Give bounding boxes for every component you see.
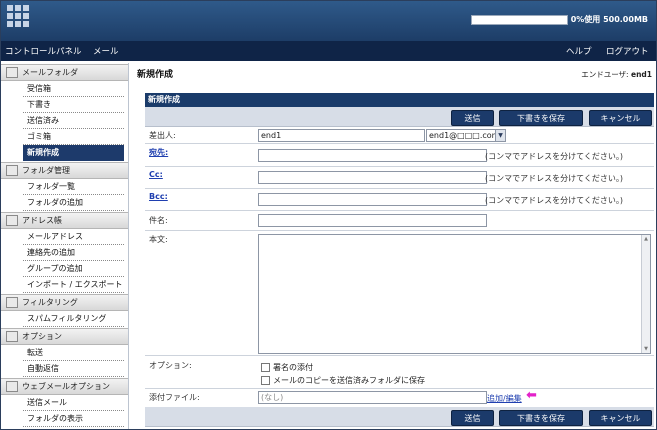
body-scrollbar[interactable]: ▲ ▼ — [641, 235, 650, 353]
top-button-row: 送信 下書きを保存 キャンセル — [145, 107, 654, 127]
options-row: オプション: 署名の添付 メールのコピーを送信済みフォルダに保存 — [145, 356, 654, 389]
app-logo-icon — [7, 5, 29, 27]
quota-usage-text: 0%使用 500.00MB — [570, 15, 648, 24]
signature-checkbox[interactable] — [261, 363, 270, 372]
send-button-bottom[interactable]: 送信 — [451, 410, 494, 426]
bcc-hint: (コンマでアドレスを分けてください。) — [485, 196, 624, 205]
attachment-label: 添付ファイル: — [149, 393, 200, 402]
attachment-input: (なし) — [258, 391, 487, 404]
chevron-down-icon: ▼ — [495, 130, 505, 141]
from-domain-select[interactable]: end1@□□□.com ▼ — [426, 129, 506, 142]
sidebar-section-mail-folders[interactable]: メールフォルダ — [1, 64, 128, 81]
folder-icon — [6, 67, 18, 78]
to-link[interactable]: 宛先: — [149, 147, 168, 158]
body-label: 本文: — [149, 235, 168, 244]
sidebar-item-add-group[interactable]: グループの追加 — [23, 261, 124, 277]
attachment-row: 添付ファイル: (なし) 追加/編集 ⬅ — [145, 388, 654, 407]
page-title: 新規作成 — [137, 70, 174, 80]
sidebar-item-add-folder[interactable]: フォルダの追加 — [23, 195, 124, 211]
sidebar-item-add-contact[interactable]: 連絡先の追加 — [23, 245, 124, 261]
folder-manage-icon — [6, 165, 18, 176]
subject-input[interactable] — [258, 214, 487, 227]
sidebar-item-compose[interactable]: 新規作成 — [23, 145, 124, 161]
cancel-button[interactable]: キャンセル — [589, 110, 652, 126]
from-row: 差出人: end1 end1@□□□.com ▼ — [145, 127, 654, 144]
save-copy-checkbox-label: メールのコピーを送信済みフォルダに保存 — [273, 376, 425, 385]
cc-input[interactable] — [258, 171, 487, 184]
cc-row: Cc: (コンマでアドレスを分けてください。) — [145, 167, 654, 189]
cc-link[interactable]: Cc: — [149, 170, 163, 179]
sidebar-section-folder-management[interactable]: フォルダ管理 — [1, 162, 128, 179]
bcc-row: Bcc: (コンマでアドレスを分けてください。) — [145, 189, 654, 211]
save-draft-button-bottom[interactable]: 下書きを保存 — [499, 410, 583, 426]
body-row: 本文: ▲ ▼ — [145, 231, 654, 356]
to-hint: (コンマでアドレスを分けてください。) — [485, 152, 624, 161]
sidebar-item-forward[interactable]: 転送 — [23, 345, 124, 361]
sidebar-item-import-export[interactable]: インポート / エクスポート — [23, 277, 124, 293]
save-draft-button[interactable]: 下書きを保存 — [499, 110, 583, 126]
to-row: 宛先: (コンマでアドレスを分けてください。) — [145, 144, 654, 167]
sidebar-item-inbox[interactable]: 受信箱 — [23, 81, 124, 97]
filter-icon — [6, 297, 18, 308]
cancel-button-bottom[interactable]: キャンセル — [589, 410, 652, 426]
panel-title: 新規作成 — [145, 93, 654, 107]
sidebar-item-folder-list[interactable]: フォルダ一覧 — [23, 179, 124, 195]
main-nav: コントロールパネル メール ヘルプ ログアウト — [1, 41, 656, 61]
sidebar-item-trash[interactable]: ゴミ箱 — [23, 129, 124, 145]
nav-logout[interactable]: ログアウト — [606, 45, 649, 57]
scroll-up-icon[interactable]: ▲ — [642, 235, 650, 243]
options-label: オプション: — [149, 361, 192, 370]
attachment-edit-link[interactable]: 追加/編集 — [487, 393, 522, 404]
left-arrow-icon: ⬅ — [526, 388, 537, 403]
quota-progress-bar — [471, 15, 568, 25]
nav-mail[interactable]: メール — [93, 45, 119, 57]
cc-hint: (コンマでアドレスを分けてください。) — [485, 174, 624, 183]
sidebar-section-webmail-options[interactable]: ウェブメールオプション — [1, 378, 128, 395]
from-label: 差出人: — [149, 131, 176, 140]
to-input[interactable] — [258, 149, 487, 162]
sidebar-item-auto-reply[interactable]: 自動返信 — [23, 361, 124, 377]
bcc-link[interactable]: Bcc: — [149, 192, 168, 201]
nav-help[interactable]: ヘルプ — [566, 45, 592, 57]
save-copy-checkbox[interactable] — [261, 376, 270, 385]
end-user-info: エンドユーザ: end1 — [581, 70, 652, 79]
compose-panel: 新規作成 送信 下書きを保存 キャンセル 差出人: end1 end1@□□□.… — [145, 93, 654, 427]
nav-control-panel[interactable]: コントロールパネル — [5, 45, 82, 57]
bottom-button-row: 送信 下書きを保存 キャンセル — [145, 407, 654, 427]
sidebar-item-sent[interactable]: 送信済み — [23, 113, 124, 129]
options-icon — [6, 331, 18, 342]
webmail-window: 0%使用 500.00MB コントロールパネル メール ヘルプ ログアウト メー… — [0, 0, 657, 430]
bcc-input[interactable] — [258, 193, 487, 206]
end-user-name: end1 — [630, 70, 652, 79]
sidebar-item-outgoing-mail[interactable]: 送信メール — [23, 395, 124, 411]
signature-checkbox-label: 署名の添付 — [273, 363, 313, 372]
sidebar-section-address-book[interactable]: アドレス帳 — [1, 212, 128, 229]
send-button[interactable]: 送信 — [451, 110, 494, 126]
scroll-down-icon[interactable]: ▼ — [642, 345, 650, 353]
from-input[interactable]: end1 — [258, 129, 425, 142]
body-textarea[interactable]: ▲ ▼ — [258, 234, 651, 354]
address-book-icon — [6, 215, 18, 226]
sidebar-section-options[interactable]: オプション — [1, 328, 128, 345]
subject-label: 件名: — [149, 216, 168, 225]
sidebar-item-email-addresses[interactable]: メールアドレス — [23, 229, 124, 245]
sidebar-item-folder-display[interactable]: フォルダの表示 — [23, 411, 124, 427]
subject-row: 件名: — [145, 211, 654, 231]
sidebar-item-drafts[interactable]: 下書き — [23, 97, 124, 113]
sidebar: メールフォルダ 受信箱 下書き 送信済み ゴミ箱 新規作成 フォルダ管理 フォル… — [1, 63, 129, 429]
sidebar-section-filtering[interactable]: フィルタリング — [1, 294, 128, 311]
sidebar-item-spam-filtering[interactable]: スパムフィルタリング — [23, 311, 124, 327]
top-header: 0%使用 500.00MB — [1, 1, 656, 41]
webmail-options-icon — [6, 381, 18, 392]
